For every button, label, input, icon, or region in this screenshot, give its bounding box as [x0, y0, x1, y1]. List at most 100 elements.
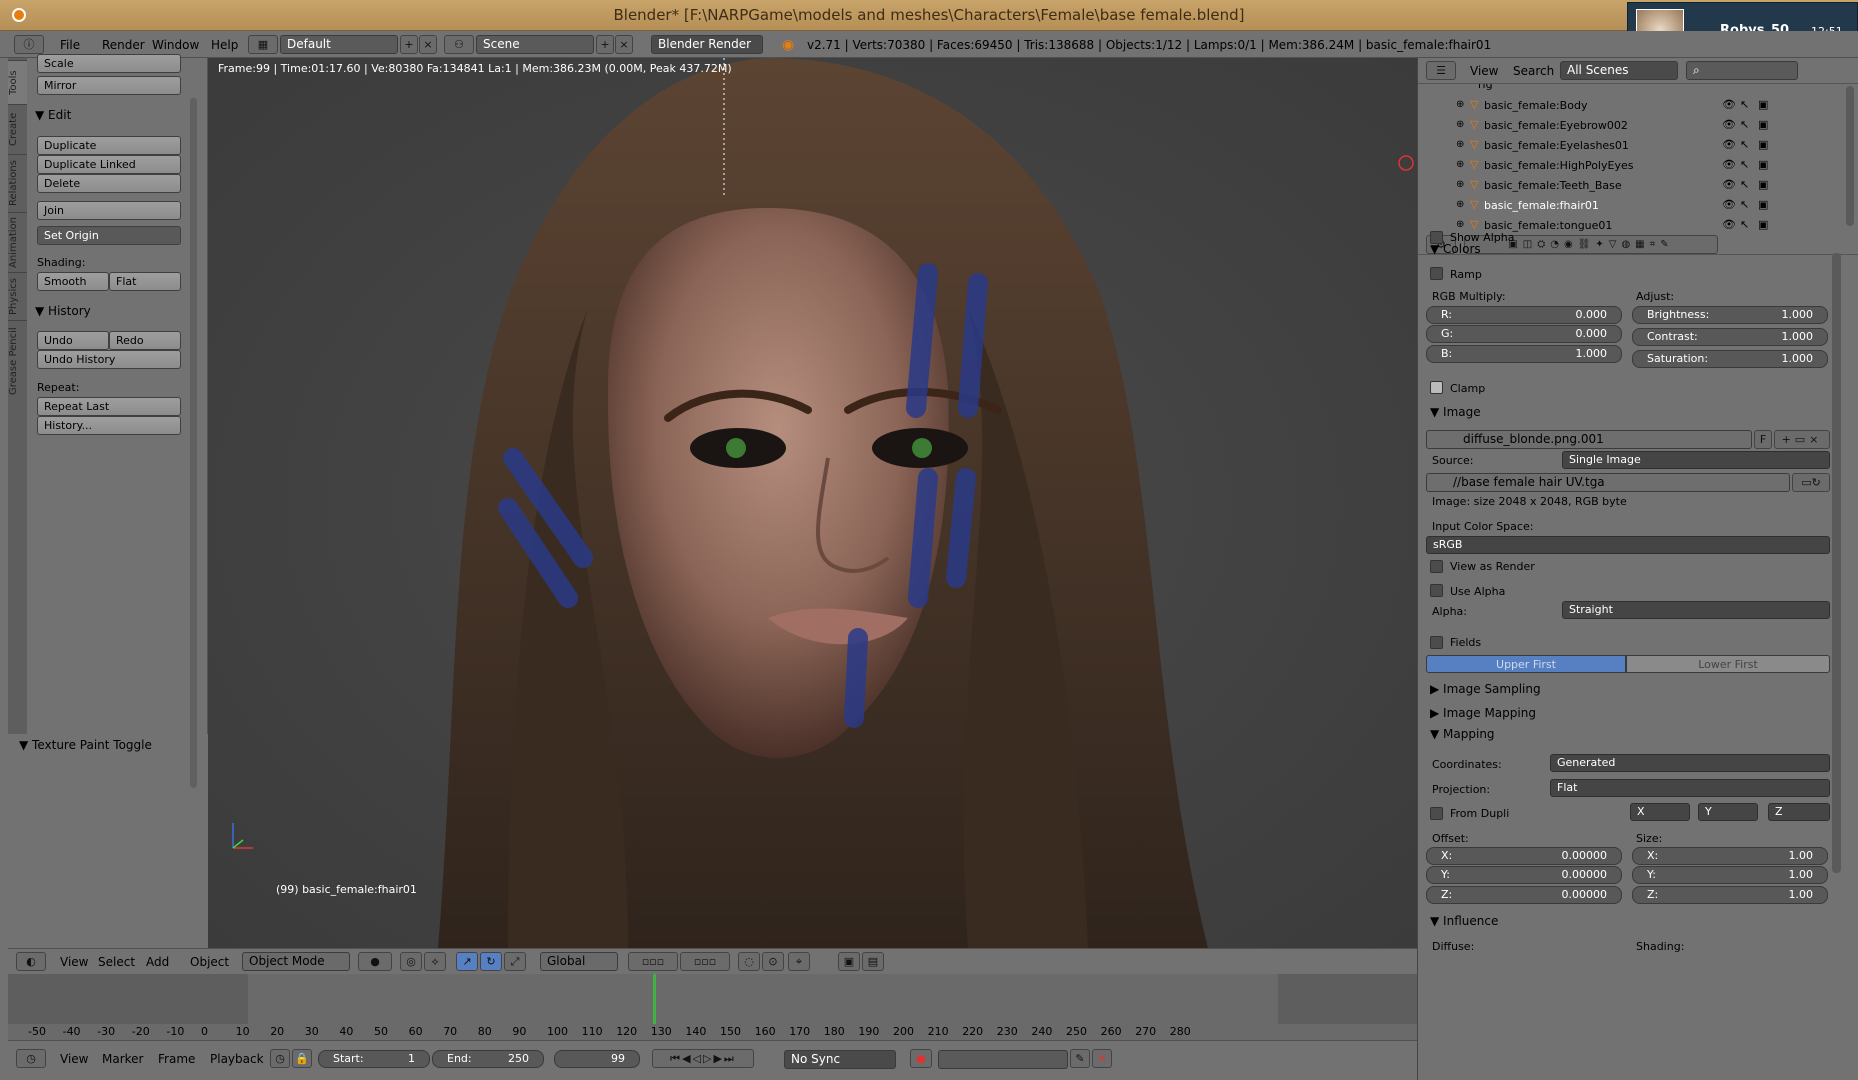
visibility-eye-icon[interactable]: 👁: [1722, 158, 1736, 171]
render-preview-icon[interactable]: ▣: [838, 952, 860, 971]
rotate-icon[interactable]: ↻: [480, 952, 502, 971]
from-dupli-checkbox[interactable]: [1430, 807, 1443, 820]
undo-button[interactable]: Undo: [37, 331, 109, 350]
outliner-menu-view[interactable]: View: [1470, 64, 1498, 78]
texture-paint-header[interactable]: ▼ Texture Paint Toggle: [19, 738, 152, 752]
set-origin-select[interactable]: Set Origin: [37, 226, 181, 245]
history-panel-header[interactable]: ▼ History: [35, 304, 91, 318]
end-frame-field[interactable]: End: 250: [432, 1050, 544, 1068]
translate-icon[interactable]: ↗: [456, 952, 478, 971]
screen-layout-field[interactable]: Default: [280, 35, 398, 54]
start-frame-field[interactable]: Start: 1: [318, 1050, 430, 1068]
editor-type-3d-icon[interactable]: ◐: [16, 952, 46, 971]
remove-scene-icon[interactable]: ×: [615, 35, 633, 54]
keying-set-field[interactable]: [938, 1050, 1068, 1069]
repeat-last-button[interactable]: Repeat Last: [37, 397, 181, 416]
snap-icon[interactable]: ⊙: [762, 952, 784, 971]
editor-type-timeline-icon[interactable]: ◷: [16, 1049, 46, 1068]
render-animation-icon[interactable]: ▤: [862, 952, 884, 971]
add-screen-icon[interactable]: +: [400, 35, 418, 54]
selectable-arrow-icon[interactable]: ↖: [1740, 178, 1749, 191]
viewport-menu-object[interactable]: Object: [190, 955, 229, 969]
pivot-icon[interactable]: ◎: [400, 952, 422, 971]
menu-render[interactable]: Render: [102, 38, 145, 52]
y-axis-select[interactable]: Y: [1698, 803, 1758, 821]
selectable-arrow-icon[interactable]: ↖: [1740, 98, 1749, 111]
g-field[interactable]: G: 0.000: [1426, 325, 1622, 343]
viewport-menu-view[interactable]: View: [60, 955, 88, 969]
renderable-camera-icon[interactable]: ▣: [1758, 198, 1768, 211]
influence-section-header[interactable]: ▼ Influence: [1430, 914, 1498, 928]
mode-select[interactable]: Object Mode: [242, 952, 350, 971]
ramp-checkbox[interactable]: [1430, 267, 1443, 280]
selectable-arrow-icon[interactable]: ↖: [1740, 138, 1749, 151]
menu-file[interactable]: File: [60, 38, 80, 52]
visibility-eye-icon[interactable]: 👁: [1722, 178, 1736, 191]
outliner-search-input[interactable]: ⌕: [1686, 61, 1798, 80]
renderable-camera-icon[interactable]: ▣: [1758, 218, 1768, 231]
outliner-item[interactable]: ⊕ ▽ basic_female:HighPolyEyes 👁 ↖ ▣: [1418, 156, 1838, 176]
expand-icon[interactable]: ⊕: [1456, 219, 1464, 230]
clamp-checkbox[interactable]: [1430, 381, 1443, 394]
viewport-menu-select[interactable]: Select: [98, 955, 135, 969]
scale-button[interactable]: Scale: [37, 54, 181, 73]
duplicate-linked-button[interactable]: Duplicate Linked: [37, 155, 181, 174]
fields-checkbox[interactable]: [1430, 636, 1443, 649]
mapping-section-header[interactable]: ▼ Mapping: [1430, 727, 1495, 741]
join-button[interactable]: Join: [37, 201, 181, 220]
tab-animation[interactable]: Animation: [8, 212, 27, 272]
image-mapping-header[interactable]: ▶ Image Mapping: [1430, 706, 1536, 720]
visibility-eye-icon[interactable]: 👁: [1722, 218, 1736, 231]
visibility-eye-icon[interactable]: 👁: [1722, 118, 1736, 131]
renderable-camera-icon[interactable]: ▣: [1758, 178, 1768, 191]
expand-icon[interactable]: ⊕: [1456, 139, 1464, 150]
image-section-header[interactable]: ▼ Image: [1430, 405, 1481, 419]
expand-icon[interactable]: ⊕: [1456, 159, 1464, 170]
visibility-eye-icon[interactable]: 👁: [1722, 138, 1736, 151]
menu-window[interactable]: Window: [152, 38, 199, 52]
tab-grease-pencil[interactable]: Grease Pencil: [8, 320, 27, 402]
transform-orientation-select[interactable]: Global: [540, 952, 618, 971]
source-select[interactable]: Single Image: [1562, 451, 1830, 469]
add-scene-icon[interactable]: +: [596, 35, 614, 54]
outliner-item[interactable]: ⊕ ▽ basic_female:Eyelashes01 👁 ↖ ▣: [1418, 136, 1838, 156]
scene-icon[interactable]: ⚇: [444, 35, 474, 54]
preview-range-icon[interactable]: ◷: [270, 1049, 290, 1068]
3d-viewport[interactable]: Frame:99 | Time:01:17.60 | Ve:80380 Fa:1…: [208, 58, 1417, 948]
proportional-edit-icon[interactable]: ◌: [738, 952, 760, 971]
render-engine-select[interactable]: Blender Render: [651, 35, 763, 54]
filepath-input[interactable]: //base female hair UV.tga: [1426, 473, 1790, 492]
size-z-field[interactable]: Z: 1.00: [1632, 886, 1828, 904]
outliner-item[interactable]: ⊕ ▽ basic_female:Eyebrow002 👁 ↖ ▣: [1418, 116, 1838, 136]
manipulator-icon[interactable]: ⟡: [424, 952, 446, 971]
smooth-button[interactable]: Smooth: [37, 272, 109, 291]
image-sampling-header[interactable]: ▶ Image Sampling: [1430, 682, 1541, 696]
mirror-button[interactable]: Mirror: [37, 76, 181, 95]
image-actions-icon[interactable]: +▭×: [1774, 430, 1830, 449]
image-datablock-field[interactable]: diffuse_blonde.png.001: [1426, 430, 1752, 449]
visibility-eye-icon[interactable]: 👁: [1722, 98, 1736, 111]
tab-relations[interactable]: Relations: [8, 154, 27, 212]
menu-help[interactable]: Help: [211, 38, 238, 52]
offset-z-field[interactable]: Z: 0.00000: [1426, 886, 1622, 904]
editor-type-info-icon[interactable]: ⓘ: [14, 35, 44, 54]
alpha-select[interactable]: Straight: [1562, 601, 1830, 619]
timeline-menu-view[interactable]: View: [60, 1052, 88, 1066]
timeline[interactable]: -50 -40 -30 -20 -10 0 10 20 30 40 50 60 70 80 90 100 110…: [8, 974, 1417, 1040]
renderable-camera-icon[interactable]: ▣: [1758, 98, 1768, 111]
delete-keyframe-icon[interactable]: ✕: [1092, 1049, 1112, 1068]
upper-first-button[interactable]: Upper First: [1426, 655, 1626, 673]
saturation-field[interactable]: Saturation: 1.000: [1632, 350, 1828, 368]
b-field[interactable]: B: 1.000: [1426, 345, 1622, 363]
timeline-playhead[interactable]: [653, 974, 656, 1024]
playback-controls-icon[interactable]: ⏮◀◁▷▶⏭: [652, 1049, 754, 1068]
history-button[interactable]: History...: [37, 416, 181, 435]
visibility-eye-icon[interactable]: 👁: [1722, 198, 1736, 211]
colors-section-header[interactable]: ▼ Colors: [1430, 242, 1481, 256]
current-frame-field[interactable]: 99: [554, 1050, 640, 1068]
selectable-arrow-icon[interactable]: ↖: [1740, 198, 1749, 211]
redo-button[interactable]: Redo: [109, 331, 181, 350]
outliner-menu-search[interactable]: Search: [1513, 64, 1554, 78]
tool-shelf-scrollbar[interactable]: [190, 98, 197, 788]
timeline-menu-playback[interactable]: Playback: [210, 1052, 264, 1066]
